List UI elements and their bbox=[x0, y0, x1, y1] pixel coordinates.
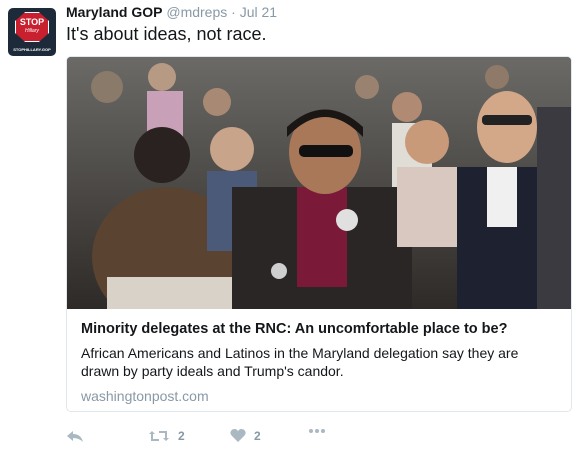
avatar-sign-text: STOP bbox=[19, 17, 45, 27]
reply-icon bbox=[67, 431, 83, 442]
like-button[interactable]: 2 bbox=[230, 428, 261, 443]
retweet-icon bbox=[149, 431, 169, 441]
author-handle[interactable]: @mdreps bbox=[166, 4, 227, 20]
tweet-actions: 2 2 bbox=[66, 428, 466, 452]
retweet-count: 2 bbox=[178, 429, 185, 443]
more-button[interactable] bbox=[308, 428, 326, 434]
author-avatar[interactable]: STOP Hillary STOPHILLARY.GOP bbox=[8, 8, 56, 56]
link-card[interactable]: Minority delegates at the RNC: An uncomf… bbox=[66, 56, 572, 412]
avatar-sign-subtext: Hillary bbox=[25, 28, 39, 34]
heart-icon bbox=[230, 429, 246, 442]
tweet-header: Maryland GOP @mdreps · Jul 21 bbox=[66, 4, 277, 20]
tweet-date[interactable]: Jul 21 bbox=[240, 4, 277, 20]
like-count: 2 bbox=[254, 428, 261, 443]
more-dots-icon bbox=[309, 429, 325, 433]
author-name[interactable]: Maryland GOP bbox=[66, 4, 162, 20]
header-separator: · bbox=[231, 4, 236, 20]
card-body: Minority delegates at the RNC: An uncomf… bbox=[81, 320, 559, 404]
retweet-button[interactable]: 2 bbox=[148, 428, 185, 444]
card-domain[interactable]: washingtonpost.com bbox=[81, 388, 559, 404]
card-title[interactable]: Minority delegates at the RNC: An uncomf… bbox=[81, 320, 559, 338]
reply-button[interactable] bbox=[66, 428, 84, 444]
avatar-footer-text: STOPHILLARY.GOP bbox=[13, 47, 51, 52]
stop-sign-logo: STOP Hillary bbox=[15, 12, 49, 42]
card-description: African Americans and Latinos in the Mar… bbox=[81, 345, 519, 379]
card-image bbox=[67, 57, 571, 309]
tweet-text: It's about ideas, not race. bbox=[66, 24, 267, 44]
